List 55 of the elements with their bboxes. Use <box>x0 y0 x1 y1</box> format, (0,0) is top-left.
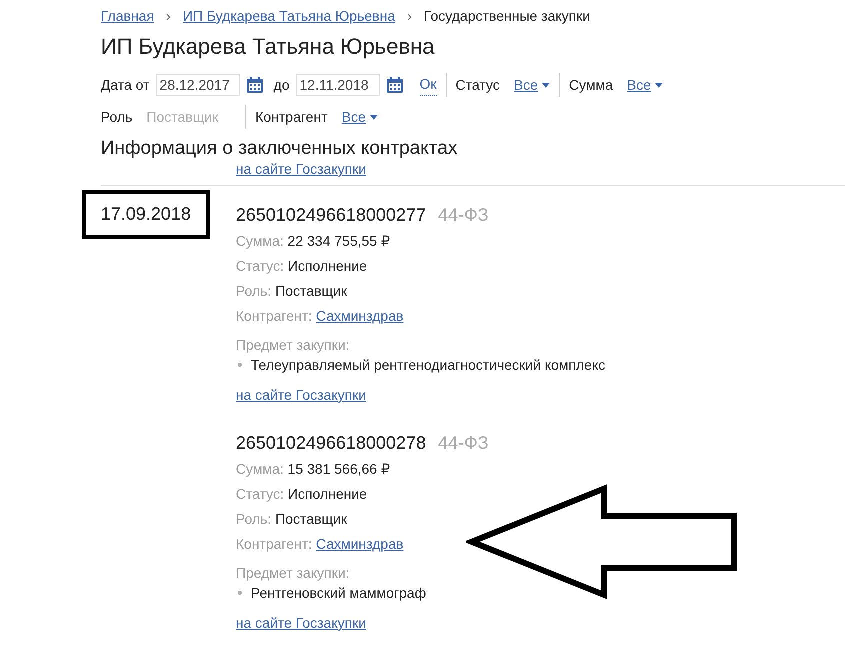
source-link[interactable]: на сайте Госзакупки <box>236 613 366 634</box>
contract-date: 17.09.2018 <box>82 190 210 239</box>
caret-icon <box>370 114 378 120</box>
contract-number: 2650102496618000277 <box>236 205 426 225</box>
caret-icon <box>655 82 664 88</box>
field-value: Исполнение <box>288 258 368 274</box>
field-label: Статус: <box>236 486 284 502</box>
section-title: Информация о заключенных контрактах <box>101 137 459 161</box>
filter-dropdown[interactable]: Все <box>342 106 378 128</box>
filter-label: Сумма <box>569 76 614 95</box>
filter-label: до <box>274 76 290 95</box>
field-label: Сумма: <box>236 233 284 249</box>
subject-item: Телеуправляемый рентгенодиагностический комплекс <box>251 356 606 375</box>
filter-value: Поставщик <box>146 108 218 127</box>
source-link[interactable]: на сайте Госзакупки <box>236 161 845 177</box>
filter-label: Дата от <box>101 76 150 95</box>
subject-label: Предмет закупки: <box>236 564 351 583</box>
law-label: 44-ФЗ <box>438 205 489 225</box>
filter-label: Роль <box>101 108 133 126</box>
filter-label: Статус <box>456 76 500 95</box>
filter-label: Контрагент <box>255 108 328 127</box>
date-field[interactable]: 12.11.2018 <box>296 74 380 96</box>
source-link[interactable]: на сайте Госзакупки <box>236 385 366 406</box>
subject-label: Предмет закупки: <box>236 336 351 355</box>
field-label: Роль: <box>236 283 272 299</box>
calendar-icon[interactable] <box>246 76 264 94</box>
law-label: 44-ФЗ <box>438 433 489 453</box>
caret-icon <box>542 82 550 88</box>
breadcrumb-current: Государственные закупки <box>424 6 590 26</box>
filter-dropdown[interactable]: Все <box>627 74 664 96</box>
field-label: Статус: <box>236 258 284 274</box>
breadcrumb-link[interactable]: ИП Будкарева Татьяна Юрьевна <box>182 6 396 26</box>
ok-link[interactable]: Ок <box>420 74 437 96</box>
field-value: 15 381 566,66 ₽ <box>288 461 390 477</box>
calendar-icon[interactable] <box>386 76 404 94</box>
counterparty-link[interactable]: Сахминздрав <box>316 308 404 324</box>
contract-number: 2650102496618000278 <box>236 433 426 453</box>
date-field[interactable]: 28.12.2017 <box>156 74 240 96</box>
bullet-icon <box>238 591 242 595</box>
breadcrumb-separator: › <box>407 6 412 26</box>
field-label: Сумма: <box>236 461 284 477</box>
bullet-icon <box>238 363 242 367</box>
field-value: Поставщик <box>275 511 348 527</box>
field-label: Контрагент: <box>236 536 312 552</box>
field-value: Исполнение <box>288 486 368 502</box>
field-value: Поставщик <box>275 283 348 299</box>
subject-item: Рентгеновский маммограф <box>251 584 426 603</box>
field-value: 22 334 755,55 ₽ <box>288 233 390 249</box>
filter-dropdown[interactable]: Все <box>514 74 550 96</box>
breadcrumb-separator: › <box>166 6 171 26</box>
field-label: Контрагент: <box>236 308 312 324</box>
breadcrumb-link[interactable]: Главная <box>101 6 154 26</box>
field-label: Роль: <box>236 511 272 527</box>
counterparty-link[interactable]: Сахминздрав <box>316 536 404 552</box>
page-title: ИП Будкарева Татьяна Юрьевна <box>101 33 436 61</box>
